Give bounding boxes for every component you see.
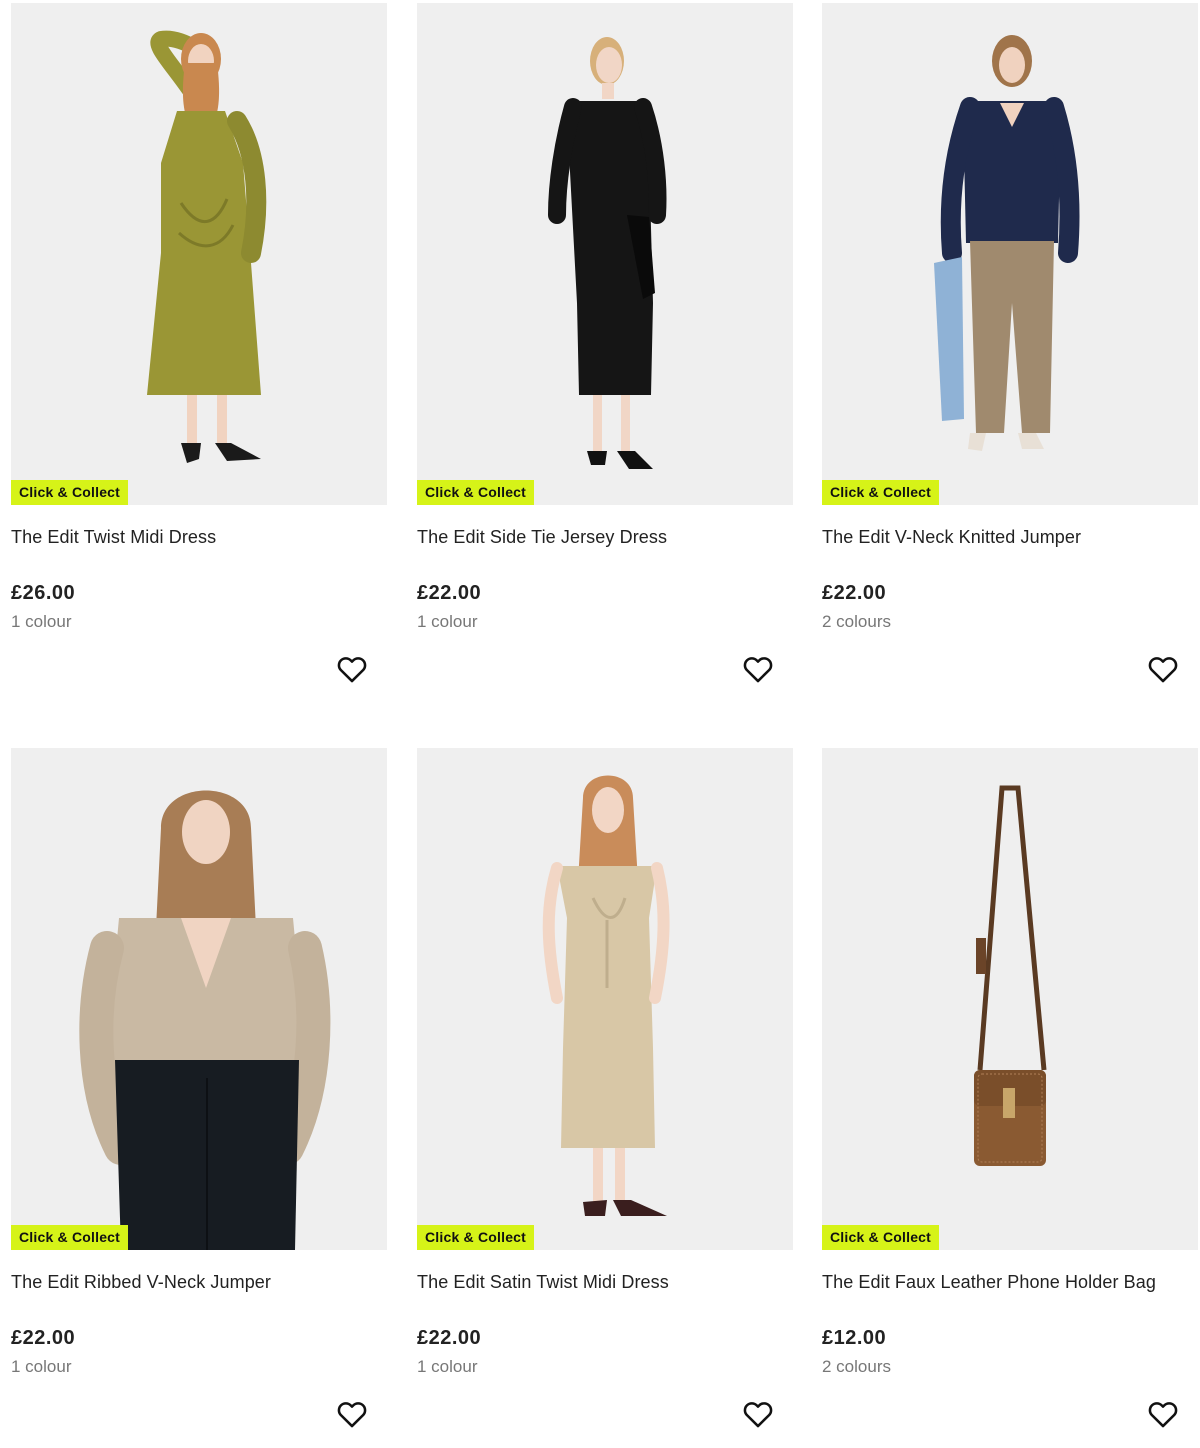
add-to-wishlist-button[interactable]	[741, 1397, 775, 1431]
heart-outline-icon	[1148, 657, 1178, 683]
product-name[interactable]: The Edit V-Neck Knitted Jumper	[822, 526, 1192, 548]
add-to-wishlist-button[interactable]	[335, 1397, 369, 1431]
product-price: £22.00	[417, 582, 482, 604]
add-to-wishlist-button[interactable]	[1146, 652, 1180, 686]
heart-outline-icon	[743, 1402, 773, 1428]
product-image[interactable]: Click & Collect	[11, 748, 387, 1250]
heart-outline-icon	[337, 657, 367, 683]
product-name[interactable]: The Edit Side Tie Jersey Dress	[417, 526, 787, 548]
product-name[interactable]: The Edit Faux Leather Phone Holder Bag	[822, 1271, 1192, 1293]
product-colour-count: 1 colour	[11, 612, 72, 631]
product-price: £26.00	[11, 582, 76, 604]
product-card: Click & Collect The Edit Side Tie Jersey…	[417, 3, 793, 703]
product-image[interactable]: Click & Collect	[417, 748, 793, 1250]
click-and-collect-badge: Click & Collect	[417, 1225, 535, 1250]
heart-outline-icon	[337, 1402, 367, 1428]
product-image[interactable]: Click & Collect	[822, 748, 1198, 1250]
add-to-wishlist-button[interactable]	[741, 652, 775, 686]
click-and-collect-badge: Click & Collect	[11, 1225, 129, 1250]
click-and-collect-badge: Click & Collect	[417, 480, 535, 505]
heart-outline-icon	[1148, 1402, 1178, 1428]
product-card: Click & Collect The Edit Ribbed V-Neck J…	[11, 748, 387, 1448]
click-and-collect-badge: Click & Collect	[822, 480, 940, 505]
product-colour-count: 2 colours	[822, 612, 891, 631]
add-to-wishlist-button[interactable]	[1146, 1397, 1180, 1431]
product-price: £22.00	[11, 1327, 76, 1349]
product-card: Click & Collect The Edit Faux Leather Ph…	[822, 748, 1198, 1448]
product-name[interactable]: The Edit Twist Midi Dress	[11, 526, 381, 548]
product-card: Click & Collect The Edit Twist Midi Dres…	[11, 3, 387, 703]
bag-illustration	[974, 785, 1047, 1166]
model-figure-illustration	[79, 790, 331, 1250]
model-figure-illustration	[548, 37, 667, 469]
product-image[interactable]: Click & Collect	[822, 3, 1198, 505]
product-colour-count: 1 colour	[417, 612, 478, 631]
heart-outline-icon	[743, 657, 773, 683]
product-card: Click & Collect The Edit V-Neck Knitted …	[822, 3, 1198, 703]
click-and-collect-badge: Click & Collect	[822, 1225, 940, 1250]
add-to-wishlist-button[interactable]	[335, 652, 369, 686]
model-figure-illustration	[934, 35, 1080, 451]
product-colour-count: 1 colour	[417, 1357, 478, 1376]
model-figure-illustration	[147, 30, 267, 463]
product-image[interactable]: Click & Collect	[11, 3, 387, 505]
product-card: Click & Collect The Edit Satin Twist Mid…	[417, 748, 793, 1448]
product-price: £22.00	[417, 1327, 482, 1349]
product-name[interactable]: The Edit Satin Twist Midi Dress	[417, 1271, 787, 1293]
product-colour-count: 1 colour	[11, 1357, 72, 1376]
click-and-collect-badge: Click & Collect	[11, 480, 129, 505]
product-colour-count: 2 colours	[822, 1357, 891, 1376]
product-price: £22.00	[822, 582, 887, 604]
product-name[interactable]: The Edit Ribbed V-Neck Jumper	[11, 1271, 381, 1293]
product-grid: Click & Collect The Edit Twist Midi Dres…	[0, 0, 1200, 1432]
model-figure-illustration	[542, 775, 670, 1216]
product-price: £12.00	[822, 1327, 887, 1349]
product-image[interactable]: Click & Collect	[417, 3, 793, 505]
